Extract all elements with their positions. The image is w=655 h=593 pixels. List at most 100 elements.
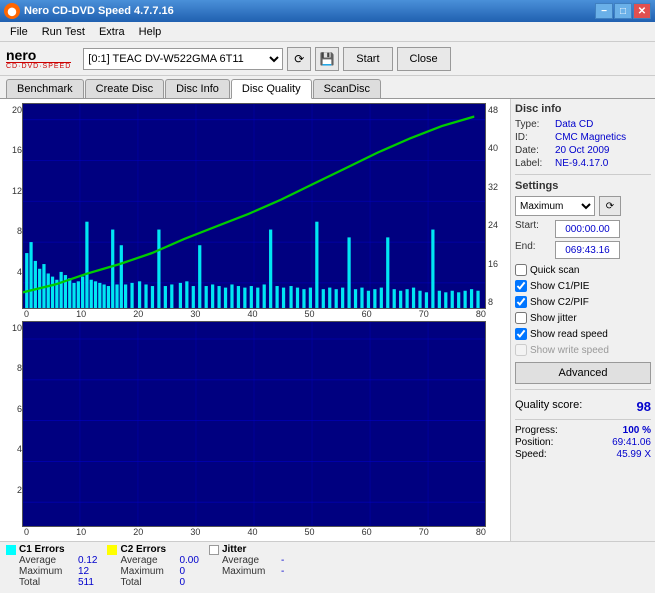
app-icon: ⬤ bbox=[4, 3, 20, 19]
nero-sub: CD·DVD·SPEED bbox=[6, 62, 71, 70]
settings-title: Settings bbox=[515, 180, 651, 192]
refresh-drive-button[interactable]: ⟳ bbox=[287, 47, 311, 71]
menu-file[interactable]: File bbox=[4, 24, 34, 40]
end-label: End: bbox=[515, 241, 553, 259]
type-value: Data CD bbox=[555, 119, 593, 130]
type-label: Type: bbox=[515, 119, 553, 130]
disc-info-title: Disc info bbox=[515, 103, 651, 115]
title-text: Nero CD-DVD Speed 4.7.7.16 bbox=[24, 5, 174, 17]
c2-max-label: Maximum bbox=[120, 566, 175, 577]
jitter-legend bbox=[209, 545, 219, 555]
c2-legend bbox=[107, 545, 117, 555]
tab-bar: Benchmark Create Disc Disc Info Disc Qua… bbox=[0, 76, 655, 98]
disc-label-value: NE-9.4.17.0 bbox=[555, 158, 608, 169]
disc-label-label: Label: bbox=[515, 158, 553, 169]
chart2-svg bbox=[23, 322, 485, 526]
show-c1pie-label: Show C1/PIE bbox=[530, 281, 589, 292]
c2-avg-label: Average bbox=[120, 555, 175, 566]
start-label: Start: bbox=[515, 220, 553, 238]
quick-scan-checkbox[interactable] bbox=[515, 264, 527, 276]
jitter-stats: Jitter Average - Maximum - bbox=[209, 544, 284, 591]
date-value: 20 Oct 2009 bbox=[555, 145, 609, 156]
tab-benchmark[interactable]: Benchmark bbox=[6, 79, 84, 98]
jitter-avg-label: Average bbox=[222, 555, 277, 566]
c2-avg-value: 0.00 bbox=[179, 555, 198, 566]
end-time-input[interactable] bbox=[555, 241, 620, 259]
jitter-title: Jitter bbox=[222, 544, 284, 555]
close-button-toolbar[interactable]: Close bbox=[397, 47, 451, 71]
divider1 bbox=[515, 174, 651, 175]
chart-area: 20 16 12 8 4 bbox=[0, 99, 510, 541]
refresh-settings-button[interactable]: ⟳ bbox=[599, 196, 621, 216]
quality-label: Quality score: bbox=[515, 399, 582, 414]
toolbar: nero CD·DVD·SPEED [0:1] TEAC DV-W522GMA … bbox=[0, 42, 655, 76]
quality-score: 98 bbox=[637, 399, 651, 414]
right-panel: Disc info Type: Data CD ID: CMC Magnetic… bbox=[510, 99, 655, 541]
position-label: Position: bbox=[515, 437, 553, 448]
show-jitter-checkbox[interactable] bbox=[515, 312, 527, 324]
menu-bar: File Run Test Extra Help bbox=[0, 22, 655, 42]
show-read-speed-label: Show read speed bbox=[530, 329, 608, 340]
c1-total-value: 511 bbox=[78, 577, 94, 588]
quick-scan-label: Quick scan bbox=[530, 265, 579, 276]
speed-label: Speed: bbox=[515, 449, 547, 460]
jitter-max-value: - bbox=[281, 566, 284, 577]
close-button[interactable]: ✕ bbox=[633, 3, 651, 19]
start-time-input[interactable] bbox=[555, 220, 620, 238]
c2-total-value: 0 bbox=[179, 577, 185, 588]
minimize-button[interactable]: − bbox=[595, 3, 613, 19]
id-label: ID: bbox=[515, 132, 553, 143]
c2-stats: C2 Errors Average 0.00 Maximum 0 Total 0 bbox=[107, 544, 198, 591]
advanced-button[interactable]: Advanced bbox=[515, 362, 651, 384]
show-read-speed-checkbox[interactable] bbox=[515, 328, 527, 340]
speed-select[interactable]: Maximum bbox=[515, 196, 595, 216]
main-content: 20 16 12 8 4 bbox=[0, 98, 655, 541]
show-c2pif-label: Show C2/PIF bbox=[530, 297, 589, 308]
c1-legend bbox=[6, 545, 16, 555]
menu-extra[interactable]: Extra bbox=[93, 24, 131, 40]
c1-title: C1 Errors bbox=[19, 544, 97, 555]
c1-avg-value: 0.12 bbox=[78, 555, 97, 566]
c1-total-label: Total bbox=[19, 577, 74, 588]
show-write-speed-checkbox[interactable] bbox=[515, 344, 527, 356]
divider3 bbox=[515, 419, 651, 420]
menu-help[interactable]: Help bbox=[133, 24, 168, 40]
title-bar: ⬤ Nero CD-DVD Speed 4.7.7.16 − □ ✕ bbox=[0, 0, 655, 22]
show-jitter-label: Show jitter bbox=[530, 313, 577, 324]
nero-text: nero bbox=[6, 48, 71, 62]
tab-createdisc[interactable]: Create Disc bbox=[85, 79, 164, 98]
chart1-y-axis-right: 48 40 32 24 16 8 bbox=[486, 103, 506, 309]
show-c1pie-checkbox[interactable] bbox=[515, 280, 527, 292]
chart1-svg bbox=[23, 104, 485, 308]
drive-select[interactable]: [0:1] TEAC DV-W522GMA 6T11 bbox=[83, 48, 283, 70]
c1-max-label: Maximum bbox=[19, 566, 74, 577]
start-button[interactable]: Start bbox=[343, 47, 392, 71]
position-value: 69:41.06 bbox=[612, 437, 651, 448]
progress-value: 100 % bbox=[623, 425, 651, 436]
maximize-button[interactable]: □ bbox=[614, 3, 632, 19]
menu-runtest[interactable]: Run Test bbox=[36, 24, 91, 40]
tab-scandisc[interactable]: ScanDisc bbox=[313, 79, 381, 98]
date-label: Date: bbox=[515, 145, 553, 156]
c1-stats: C1 Errors Average 0.12 Maximum 12 Total … bbox=[6, 544, 97, 591]
chart1-y-axis-left: 20 16 12 8 4 bbox=[4, 103, 22, 309]
id-value: CMC Magnetics bbox=[555, 132, 626, 143]
c2-max-value: 0 bbox=[179, 566, 185, 577]
jitter-avg-value: - bbox=[281, 555, 284, 566]
show-c2pif-checkbox[interactable] bbox=[515, 296, 527, 308]
tab-discinfo[interactable]: Disc Info bbox=[165, 79, 230, 98]
c1-max-value: 12 bbox=[78, 566, 89, 577]
c1-avg-label: Average bbox=[19, 555, 74, 566]
save-button[interactable]: 💾 bbox=[315, 47, 339, 71]
show-write-speed-label: Show write speed bbox=[530, 345, 609, 356]
jitter-max-label: Maximum bbox=[222, 566, 277, 577]
bottom-stats-bar: C1 Errors Average 0.12 Maximum 12 Total … bbox=[0, 541, 655, 593]
progress-label: Progress: bbox=[515, 425, 558, 436]
nero-logo: nero CD·DVD·SPEED bbox=[6, 48, 71, 70]
divider2 bbox=[515, 389, 651, 390]
chart2-y-axis-left: 10 8 6 4 2 bbox=[4, 321, 22, 527]
c2-title: C2 Errors bbox=[120, 544, 198, 555]
tab-discquality[interactable]: Disc Quality bbox=[231, 79, 312, 99]
speed-value: 45.99 X bbox=[617, 449, 651, 460]
c2-total-label: Total bbox=[120, 577, 175, 588]
